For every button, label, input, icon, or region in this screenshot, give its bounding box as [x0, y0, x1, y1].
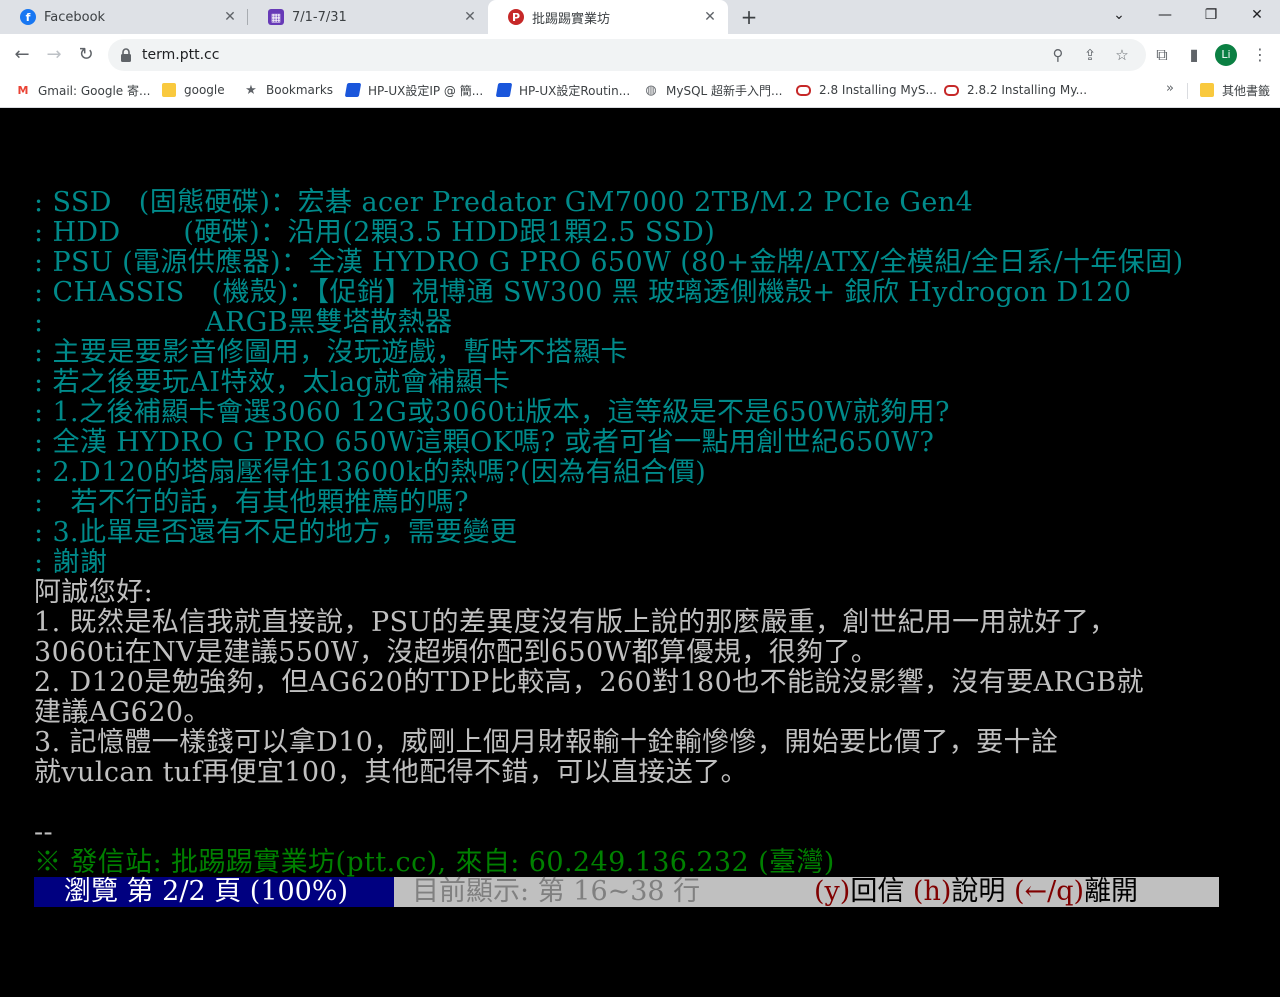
- lock-icon[interactable]: [118, 47, 134, 63]
- ptt-terminal[interactable]: : SSD (固態硬碟)：宏碁 acer Predator GM7000 2TB…: [0, 108, 1280, 984]
- status-help: 目前顯示: 第 16~38 行 (y)回信 (h)說明 (←/q)離開: [394, 877, 1219, 907]
- bookmark-page-icon: [344, 83, 362, 97]
- tab-title: 7/1-7/31: [292, 9, 347, 25]
- tab-ptt[interactable]: P 批踢踢實業坊 ✕: [488, 0, 728, 34]
- tab-title: 批踢踢實業坊: [532, 11, 611, 27]
- signature-line: ※ 發信站: 批踢踢實業坊(ptt.cc), 來自: 60.249.136.23…: [34, 847, 835, 878]
- profile-avatar[interactable]: Li: [1215, 44, 1237, 66]
- page-indicator: 瀏覽 第 2/2 頁 (100%): [34, 877, 424, 907]
- zoom-icon[interactable]: ⚲: [1048, 45, 1068, 65]
- menu-kebab-icon[interactable]: ⋮: [1248, 43, 1272, 67]
- quoted-line: : HDD (硬碟)：沿用(2顆3.5 HDD跟1顆2.5 SSD): [34, 217, 716, 248]
- window-close-button[interactable]: ✕: [1234, 0, 1280, 34]
- bookmark-label: MySQL 超新手入門...: [666, 83, 783, 98]
- oracle-icon: [796, 84, 811, 96]
- bookmark-page-icon: [495, 83, 513, 97]
- quoted-line: : CHASSIS (機殼)：【促銷】視博通 SW300 黑 玻璃透側機殼+ 銀…: [34, 277, 1132, 308]
- bookmark-label: Bookmarks: [266, 83, 334, 97]
- bookmarks-bar: M Gmail: Google 寄... google ★ Bookmarks …: [0, 76, 1280, 108]
- url-text[interactable]: term.ptt.cc: [142, 39, 219, 71]
- forward-button[interactable]: →: [38, 39, 70, 71]
- close-icon[interactable]: ✕: [702, 9, 718, 25]
- close-icon[interactable]: ✕: [222, 9, 238, 25]
- quoted-line: : 3.此單是否還有不足的地方，需要變更: [34, 517, 518, 548]
- reply-line: 1. 既然是私信我就直接說，PSU的差異度沒有版上說的那麼嚴重，創世紀用一用就好…: [34, 607, 1117, 638]
- reply-line: 建議AG620。: [34, 697, 211, 728]
- extensions-icon[interactable]: ⧉: [1150, 43, 1174, 67]
- reply-key[interactable]: (y): [814, 876, 850, 907]
- quoted-line: : PSU (電源供應器)：全漢 HYDRO G PRO 650W (80+金牌…: [34, 247, 1184, 278]
- bookmark-star-icon[interactable]: ☆: [1112, 45, 1132, 65]
- quoted-line: : 若不行的話，有其他顆推薦的嗎?: [34, 487, 469, 518]
- new-tab-button[interactable]: +: [737, 5, 761, 29]
- ptt-icon: P: [508, 9, 524, 25]
- tab-strip: f Facebook ✕ ▦ 7/1-7/31 ✕ P 批踢踢實業坊 ✕ + ⌄…: [0, 0, 1280, 34]
- facebook-icon: f: [20, 9, 36, 25]
- tab-search-icon[interactable]: ⌄: [1096, 0, 1142, 34]
- bookmark-label: google: [184, 83, 225, 97]
- globe-icon: ◍: [645, 82, 657, 98]
- reload-button[interactable]: ↻: [70, 39, 102, 71]
- bookmark-item[interactable]: 2.8.2 Installing My...: [944, 76, 1087, 104]
- help-label: 說明: [951, 876, 1006, 907]
- reply-line: 2. D120是勉強夠，但AG620的TDP比較高，260對180也不能說沒影響…: [34, 667, 1144, 698]
- reply-label: 回信: [850, 876, 905, 907]
- minimize-button[interactable]: —: [1142, 0, 1188, 34]
- folder-icon: [1200, 83, 1214, 97]
- bookmark-item[interactable]: M Gmail: Google 寄...: [16, 76, 151, 104]
- quoted-line: : 1.之後補顯卡會選3060 12G或3060ti版本，這等級是不是650W就…: [34, 397, 950, 428]
- reply-line: 阿誠您好:: [34, 577, 154, 608]
- reply-line: 3060ti在NV是建議550W，沒超頻你配到650W都算優規，很夠了。: [34, 637, 879, 668]
- gmail-icon: M: [17, 83, 29, 97]
- quoted-line: : 2.D120的塔扇壓得住13600k的熱嗎?(因為有組合價): [34, 457, 707, 488]
- address-bar[interactable]: term.ptt.cc ⚲ ⇪ ☆: [108, 39, 1146, 71]
- quoted-line: : 全漢 HYDRO G PRO 650W這顆OK嗎? 或者可省一點用創世紀65…: [34, 427, 935, 458]
- close-icon[interactable]: ✕: [462, 9, 478, 25]
- quoted-line: : SSD (固態硬碟)：宏碁 acer Predator GM7000 2TB…: [34, 187, 974, 218]
- quoted-line: : 若之後要玩AI特效，太lag就會補顯卡: [34, 367, 511, 398]
- bookmark-label: HP-UX設定Routin...: [519, 83, 631, 98]
- back-button[interactable]: ←: [6, 39, 38, 71]
- reply-line: 就vulcan tuf再便宜100，其他配得不錯，可以直接送了。: [34, 757, 749, 788]
- calendar-icon: ▦: [268, 9, 284, 25]
- line-range: 目前顯示: 第 16~38 行: [412, 876, 701, 907]
- side-panel-icon[interactable]: ▮: [1182, 43, 1206, 67]
- folder-icon: [162, 83, 176, 97]
- tab-title: Facebook: [44, 9, 106, 25]
- bookmark-label: 2.8.2 Installing My...: [967, 83, 1088, 97]
- tab-facebook[interactable]: f Facebook ✕: [0, 0, 248, 34]
- quit-key[interactable]: (←/q): [1014, 876, 1084, 907]
- oracle-icon: [944, 84, 959, 96]
- other-bookmarks-folder[interactable]: 其他書籤: [1200, 76, 1270, 104]
- reply-line: 3. 記憶體一樣錢可以拿D10，威剛上個月財報輸十銓輸慘慘，開始要比價了，要十詮: [34, 727, 1059, 758]
- bookmark-label: HP-UX設定IP @ 簡...: [368, 83, 484, 98]
- tab-calendar[interactable]: ▦ 7/1-7/31 ✕: [248, 0, 488, 34]
- bookmark-label: Gmail: Google 寄...: [38, 83, 151, 98]
- bookmark-item[interactable]: ★ Bookmarks: [244, 76, 333, 104]
- status-bar: 瀏覽 第 2/2 頁 (100%) 目前顯示: 第 16~38 行 (y)回信 …: [34, 877, 1219, 907]
- bookmark-item[interactable]: HP-UX設定IP @ 簡...: [344, 76, 484, 104]
- bookmarks-divider: [1187, 83, 1188, 99]
- help-key[interactable]: (h): [913, 876, 951, 907]
- restore-button[interactable]: ❐: [1188, 0, 1234, 34]
- bookmark-label: 2.8 Installing MyS...: [819, 83, 937, 97]
- signature-separator: --: [34, 817, 54, 848]
- bookmark-item[interactable]: 2.8 Installing MyS...: [796, 76, 937, 104]
- bookmark-item[interactable]: ◍ MySQL 超新手入門...: [644, 76, 782, 104]
- share-icon[interactable]: ⇪: [1080, 45, 1100, 65]
- bookmarks-overflow-icon[interactable]: »: [1166, 81, 1174, 96]
- bookmark-label: 其他書籤: [1222, 83, 1271, 98]
- quoted-line: : 主要是要影音修圖用，沒玩遊戲，暫時不搭顯卡: [34, 337, 628, 368]
- quit-label: 離開: [1084, 876, 1139, 907]
- quoted-line: : ARGB黑雙塔散熱器: [34, 307, 453, 338]
- browser-toolbar: ← → ↻ term.ptt.cc ⚲ ⇪ ☆ ⧉ ▮ Li ⋮: [0, 34, 1280, 76]
- bookmark-item[interactable]: google: [162, 76, 225, 104]
- star-icon: ★: [245, 82, 257, 98]
- quoted-line: : 謝謝: [34, 547, 108, 578]
- key-hints: (y)回信 (h)說明 (←/q)離開: [814, 877, 1138, 907]
- bookmark-item[interactable]: HP-UX設定Routin...: [495, 76, 631, 104]
